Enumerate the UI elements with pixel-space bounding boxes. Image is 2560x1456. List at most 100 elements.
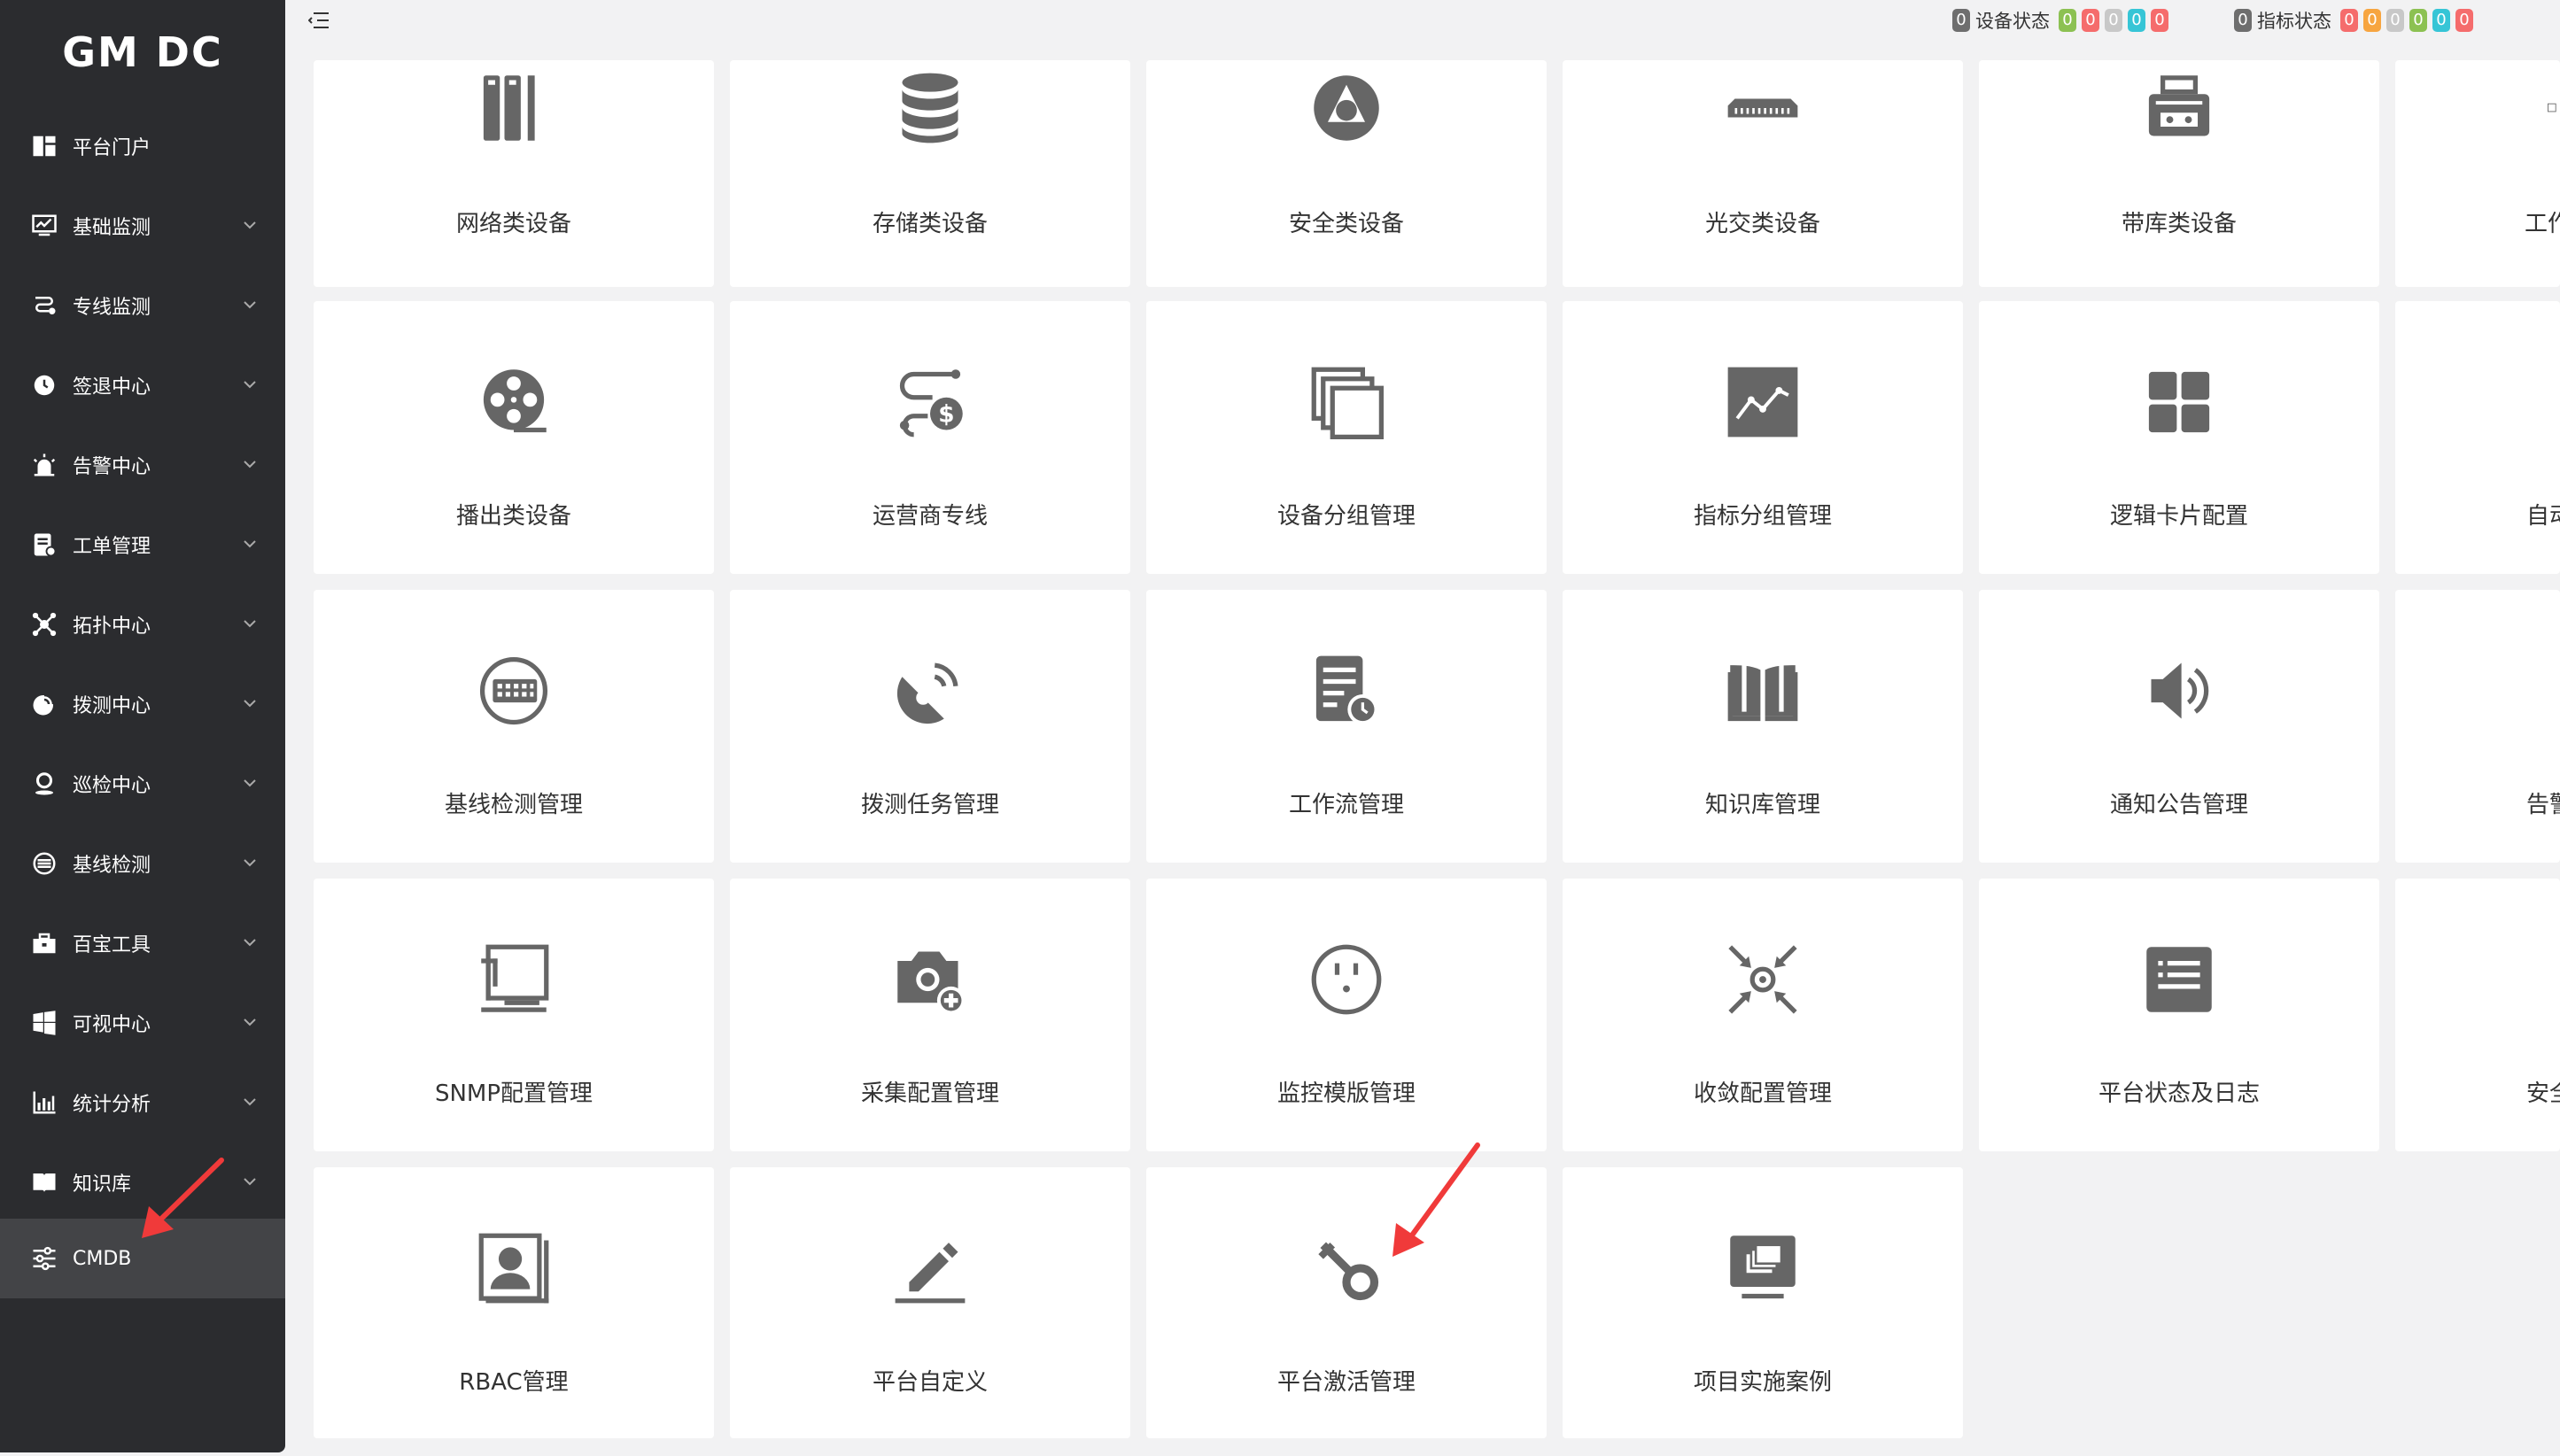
sidebar-item-inspection[interactable]: 巡检中心: [0, 744, 285, 824]
sidebar-item-knowledge[interactable]: 知识库: [0, 1142, 285, 1222]
tile-metric-group-mgmt[interactable]: 指标分组管理: [1563, 301, 1963, 574]
tile-workstation[interactable]: 工作: [2395, 60, 2560, 287]
tile-label: 拨测任务管理: [860, 792, 999, 818]
tile-workflow-mgmt[interactable]: 工作流管理: [1146, 590, 1547, 863]
tile-automation[interactable]: 自动: [2395, 301, 2560, 574]
tile-security-devices[interactable]: 安全类设备: [1146, 60, 1547, 287]
sliders-icon: [30, 1244, 58, 1273]
tile-platform-status-log[interactable]: 平台状态及日志: [1979, 879, 2379, 1151]
sidebar-item-ticket[interactable]: 工单管理: [0, 505, 285, 585]
sidebar-item-basic-monitor[interactable]: 基础监测: [0, 186, 285, 266]
windows-icon: [30, 1009, 58, 1037]
probe-icon: [30, 690, 58, 718]
status-badge: 0: [2128, 9, 2145, 32]
toolbox-icon: [30, 929, 58, 957]
book-icon: [30, 1168, 58, 1197]
status-badge: 0: [2432, 9, 2450, 32]
chevron-down-icon: [244, 461, 256, 469]
metric-status-label: 指标状态: [2257, 11, 2331, 32]
sidebar-item-signout[interactable]: 签退中心: [0, 345, 285, 425]
printer-icon: [1979, 71, 2379, 151]
converge-icon: [1563, 942, 1963, 1022]
metric-status-group[interactable]: 0 指标状态 0 0 0 0 0 0: [2234, 9, 2479, 32]
chevron-down-icon: [244, 1018, 256, 1026]
chevron-down-icon: [244, 540, 256, 548]
tile-project-cases[interactable]: 项目实施案例: [1563, 1167, 1963, 1438]
tile-label: 安全类设备: [1288, 211, 1404, 237]
tile-knowledge-base-mgmt[interactable]: 知识库管理: [1563, 590, 1963, 863]
chevron-down-icon: [244, 700, 256, 708]
camera-plus-icon: [730, 942, 1130, 1022]
sidebar-item-toolbox[interactable]: 百宝工具: [0, 903, 285, 983]
tile-security[interactable]: 安全: [2395, 879, 2560, 1151]
user-portrait-icon: [314, 1231, 714, 1311]
tile-label: RBAC管理: [459, 1369, 569, 1396]
tile-monitor-template-mgmt[interactable]: 监控模版管理: [1146, 879, 1547, 1151]
chevron-down-icon: [244, 301, 256, 309]
sidebar-item-label: 平台门户: [73, 137, 151, 159]
edit-pencil-icon: [730, 1231, 1130, 1311]
tile-label: 收敛配置管理: [1693, 1080, 1832, 1107]
status-badge: 0: [2455, 9, 2473, 32]
tile-rbac-mgmt[interactable]: RBAC管理: [314, 1167, 714, 1438]
tile-label: 平台状态及日志: [2098, 1080, 2260, 1107]
tile-optical-devices[interactable]: 光交类设备: [1563, 60, 1963, 287]
tile-network-devices[interactable]: 网络类设备: [314, 60, 714, 287]
route-icon: [30, 291, 58, 320]
sidebar-item-portal[interactable]: 平台门户: [0, 106, 285, 186]
collapse-menu-icon[interactable]: [308, 11, 330, 30]
satellite-icon: [730, 654, 1130, 733]
sidebar-item-label: 基础监测: [73, 217, 151, 239]
tile-label: 工作流管理: [1288, 792, 1404, 818]
device-status-count: 0: [1952, 9, 1970, 32]
sidebar-item-alarm[interactable]: 告警中心: [0, 425, 285, 505]
database-icon: [730, 71, 1130, 151]
chevron-down-icon: [244, 620, 256, 628]
clock-icon: [30, 371, 58, 399]
sidebar-item-cmdb[interactable]: CMDB: [0, 1219, 285, 1298]
tile-convergence-config-mgmt[interactable]: 收敛配置管理: [1563, 879, 1963, 1151]
sidebar-item-baseline[interactable]: 基线检测: [0, 824, 285, 903]
sidebar-item-probe[interactable]: 拨测中心: [0, 664, 285, 744]
keyboard-circle-icon: [314, 654, 714, 733]
sidebar-item-label: 知识库: [73, 1173, 132, 1196]
tile-snmp-config-mgmt[interactable]: SNMP配置管理: [314, 879, 714, 1151]
sidebar-item-statistics[interactable]: 统计分析: [0, 1063, 285, 1142]
tile-label: 采集配置管理: [860, 1080, 999, 1107]
chevron-down-icon: [244, 859, 256, 867]
tile-carrier-lines[interactable]: $ 运营商专线: [730, 301, 1130, 574]
tile-probe-task-mgmt[interactable]: 拨测任务管理: [730, 590, 1130, 863]
switch-icon: [1563, 71, 1963, 151]
topology-icon: [30, 610, 58, 639]
sidebar-item-topology[interactable]: 拓扑中心: [0, 585, 285, 664]
tile-label: 逻辑卡片配置: [2109, 503, 2248, 530]
tile-label: 存储类设备: [872, 211, 988, 237]
shield-ring-icon: [1146, 71, 1547, 151]
speaker-icon: [1979, 654, 2379, 733]
tile-device-group-mgmt[interactable]: 设备分组管理: [1146, 301, 1547, 574]
metric-status-count: 0: [2234, 9, 2252, 32]
chevron-down-icon: [244, 1178, 256, 1186]
sidebar-item-line-monitor[interactable]: 专线监测: [0, 266, 285, 345]
open-book-icon: [1563, 654, 1963, 733]
tile-platform-customize[interactable]: 平台自定义: [730, 1167, 1130, 1438]
tile-tape-library-devices[interactable]: 带库类设备: [1979, 60, 2379, 287]
tile-alarm[interactable]: 告警: [2395, 590, 2560, 863]
tile-broadcast-devices[interactable]: 播出类设备: [314, 301, 714, 574]
tile-storage-devices[interactable]: 存储类设备: [730, 60, 1130, 287]
device-status-group[interactable]: 0 设备状态 0 0 0 0 0: [1952, 9, 2174, 32]
sidebar-item-label: 告警中心: [73, 456, 151, 478]
sidebar-item-label: 统计分析: [73, 1094, 151, 1116]
tile-logic-card-config[interactable]: 逻辑卡片配置: [1979, 301, 2379, 574]
status-badge: 0: [2363, 9, 2381, 32]
status-badge: 0: [2082, 9, 2099, 32]
tile-label: 网络类设备: [455, 211, 571, 237]
tile-label: 项目实施案例: [1693, 1369, 1832, 1396]
device-status-label: 设备状态: [1975, 11, 2050, 32]
sidebar-item-visual[interactable]: 可视中心: [0, 983, 285, 1063]
tile-platform-activation-mgmt[interactable]: 平台激活管理: [1146, 1167, 1547, 1438]
tile-label: 基线检测管理: [444, 792, 583, 818]
tile-notice-mgmt[interactable]: 通知公告管理: [1979, 590, 2379, 863]
tile-collection-config-mgmt[interactable]: 采集配置管理: [730, 879, 1130, 1151]
tile-baseline-check-mgmt[interactable]: 基线检测管理: [314, 590, 714, 863]
